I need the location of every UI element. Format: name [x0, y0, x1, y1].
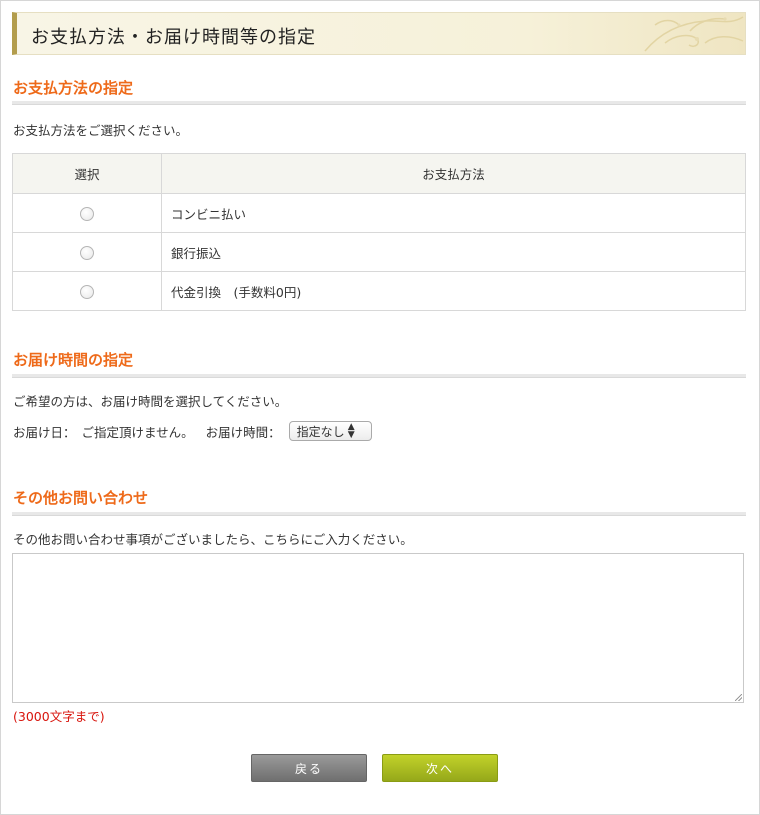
next-button[interactable]: 次へ	[382, 754, 498, 782]
radio-convenience[interactable]	[80, 206, 94, 221]
payment-row-cod[interactable]: 代金引換 (手数料0円)	[12, 271, 746, 311]
radio-cod[interactable]	[80, 284, 94, 299]
payment-method-table: 選択 お支払方法 コンビニ払い 銀行振込 代金引換 (手数料0円)	[12, 153, 746, 311]
payment-method-label: 銀行振込	[161, 232, 746, 272]
delivery-date-value: ご指定頂けません。	[81, 424, 194, 440]
payment-section-title: お支払方法の指定	[13, 79, 134, 97]
delivery-instruction: ご希望の方は、お届け時間を選択してください。	[13, 394, 288, 409]
payment-instruction: お支払方法をご選択ください。	[13, 123, 189, 138]
payment-row-convenience[interactable]: コンビニ払い	[12, 193, 746, 233]
inquiry-section-title: その他お問い合わせ	[13, 489, 149, 507]
radio-cell	[12, 232, 162, 272]
char-limit-note: (3000文字まで)	[13, 709, 105, 724]
radio-cell	[12, 193, 162, 233]
payment-row-bank-transfer[interactable]: 銀行振込	[12, 232, 746, 272]
payment-method-label: 代金引換 (手数料0円)	[161, 271, 746, 311]
inquiry-textarea[interactable]	[12, 553, 744, 703]
table-header-row: 選択 お支払方法	[12, 153, 746, 194]
delivery-time-label: お届け時間：	[205, 424, 281, 440]
delivery-options-row: お届け日： ご指定頂けません。 お届け時間： 指定なし ▲ ▼	[13, 420, 372, 442]
column-header-method: お支払方法	[161, 153, 746, 194]
radio-cell	[12, 271, 162, 311]
delivery-date-label: お届け日：	[13, 424, 76, 440]
delivery-section-divider	[12, 374, 746, 378]
delivery-time-selected: 指定なし	[296, 424, 345, 439]
page-title: お支払方法・お届け時間等の指定	[31, 27, 316, 48]
updown-arrows-icon: ▲ ▼	[347, 422, 355, 440]
inquiry-instruction: その他お問い合わせ事項がございましたら、こちらにご入力ください。	[13, 532, 413, 547]
delivery-time-select[interactable]: 指定なし ▲ ▼	[288, 421, 372, 441]
payment-section-divider	[12, 101, 746, 105]
delivery-section-title: お届け時間の指定	[13, 351, 134, 369]
back-button[interactable]: 戻る	[251, 754, 367, 782]
payment-method-label: コンビニ払い	[161, 193, 746, 233]
header-flourish-ornament	[644, 16, 744, 52]
radio-bank-transfer[interactable]	[80, 245, 94, 260]
resize-grip-icon[interactable]	[735, 694, 742, 701]
inquiry-section-divider	[12, 512, 746, 516]
column-header-select: 選択	[12, 153, 162, 194]
page-header: お支払方法・お届け時間等の指定	[12, 12, 746, 55]
